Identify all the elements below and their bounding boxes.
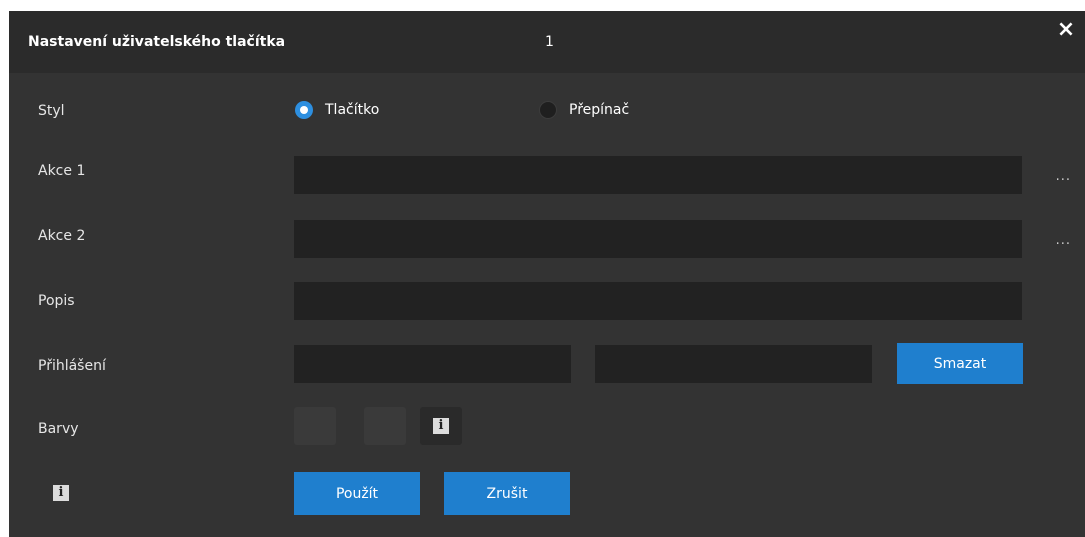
- action1-label: Akce 1: [38, 163, 86, 179]
- close-icon[interactable]: ×: [1053, 17, 1079, 43]
- action1-field[interactable]: [294, 156, 1022, 194]
- radio-button-style[interactable]: Tlačítko: [295, 101, 379, 119]
- description-label: Popis: [38, 293, 75, 309]
- dialog-title: Nastavení uživatelského tlačítka: [28, 34, 286, 50]
- action2-label: Akce 2: [38, 228, 86, 244]
- style-label: Styl: [38, 103, 65, 119]
- apply-button[interactable]: Použít: [294, 472, 420, 515]
- action2-field[interactable]: [294, 220, 1022, 258]
- action2-browse-button[interactable]: ...: [1056, 233, 1071, 248]
- login-username-field[interactable]: [294, 345, 571, 383]
- footer-info-icon[interactable]: i: [53, 485, 69, 501]
- action1-browse-button[interactable]: ...: [1056, 169, 1071, 184]
- description-field[interactable]: [294, 282, 1022, 320]
- colors-label: Barvy: [38, 421, 79, 437]
- cancel-button[interactable]: Zrušit: [444, 472, 570, 515]
- user-button-settings-dialog: Nastavení uživatelského tlačítka 1 × Sty…: [9, 11, 1085, 537]
- colors-info-button[interactable]: i: [420, 407, 462, 445]
- radio-selected-icon: [295, 101, 313, 119]
- info-icon: i: [433, 418, 449, 434]
- login-password-field[interactable]: [595, 345, 872, 383]
- color-swatch-1[interactable]: [294, 407, 336, 445]
- radio-toggle-label: Přepínač: [569, 102, 630, 118]
- button-number: 1: [545, 34, 554, 50]
- login-label: Přihlášení: [38, 358, 106, 374]
- dialog-titlebar: Nastavení uživatelského tlačítka 1 ×: [9, 11, 1085, 73]
- radio-toggle-style[interactable]: Přepínač: [539, 101, 629, 119]
- radio-button-label: Tlačítko: [325, 102, 380, 118]
- color-swatch-2[interactable]: [364, 407, 406, 445]
- clear-button[interactable]: Smazat: [897, 343, 1023, 384]
- radio-unselected-icon: [539, 101, 557, 119]
